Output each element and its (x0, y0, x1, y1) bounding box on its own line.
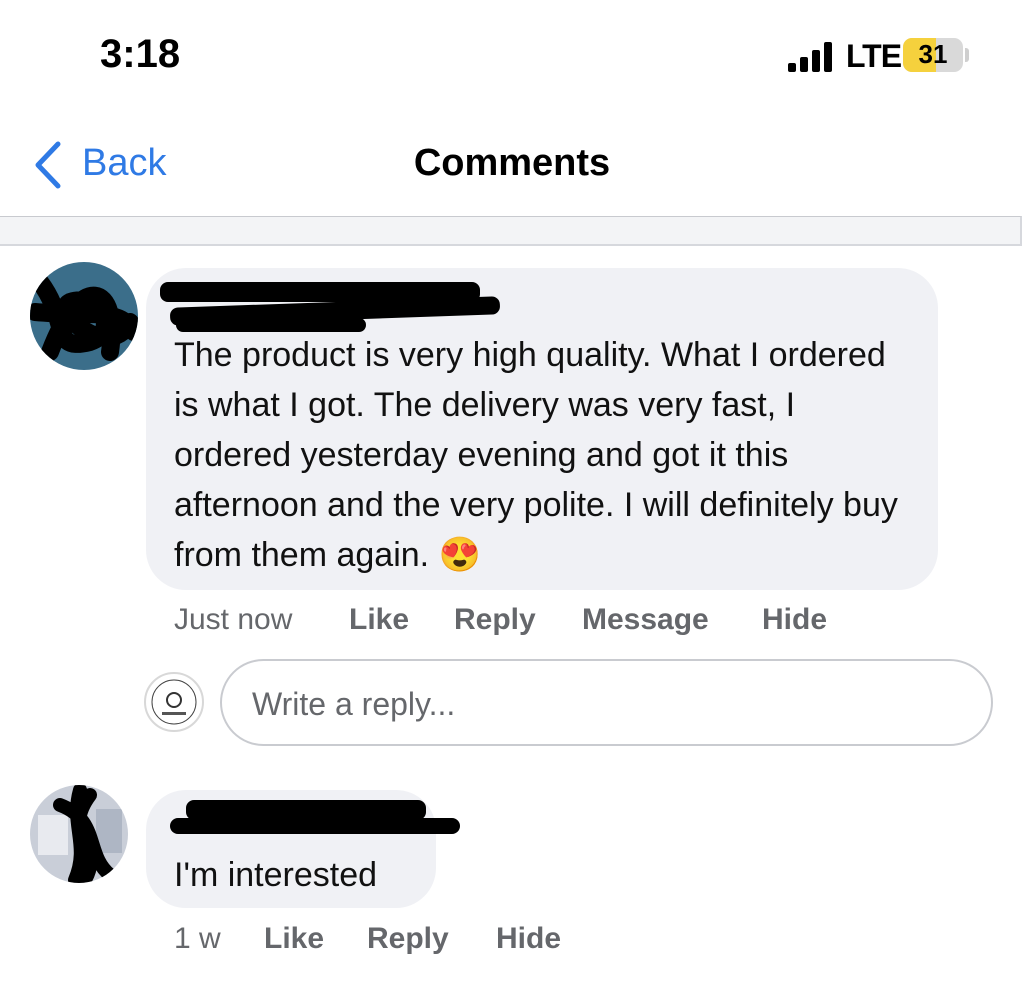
status-time: 3:18 (100, 32, 181, 76)
comment-text: The product is very high quality. What I… (174, 336, 898, 574)
avatar[interactable] (30, 262, 138, 370)
like-button[interactable]: Like (349, 603, 409, 637)
battery-level: 31 (918, 39, 948, 69)
comment-time: Just now (174, 603, 293, 636)
redacted-author-name-overlay (170, 818, 460, 834)
battery-tip (965, 48, 969, 62)
previous-comment-edge (0, 216, 1022, 246)
reply-button[interactable]: Reply (367, 922, 449, 956)
page-avatar (144, 672, 204, 732)
comment-meta: Just now (174, 603, 292, 637)
reply-input[interactable] (250, 677, 954, 731)
redaction-scribble (38, 785, 122, 883)
battery-icon: 31 (903, 38, 963, 72)
redaction-scribble (30, 273, 138, 361)
hide-button[interactable]: Hide (762, 603, 827, 637)
chevron-left-icon[interactable] (30, 140, 70, 190)
comment-time: 1 w (174, 922, 221, 955)
network-label: LTE (846, 38, 902, 74)
like-button[interactable]: Like (264, 922, 324, 956)
avatar[interactable] (30, 785, 128, 883)
comment-text: I'm interested (174, 856, 378, 894)
hide-button[interactable]: Hide (496, 922, 561, 956)
reply-button[interactable]: Reply (454, 603, 536, 637)
logo-icon (151, 679, 197, 725)
message-button[interactable]: Message (582, 603, 709, 637)
reply-field[interactable] (220, 659, 993, 746)
back-button[interactable]: Back (82, 142, 166, 185)
redacted-author-name (186, 800, 426, 820)
signal-icon (788, 42, 836, 72)
